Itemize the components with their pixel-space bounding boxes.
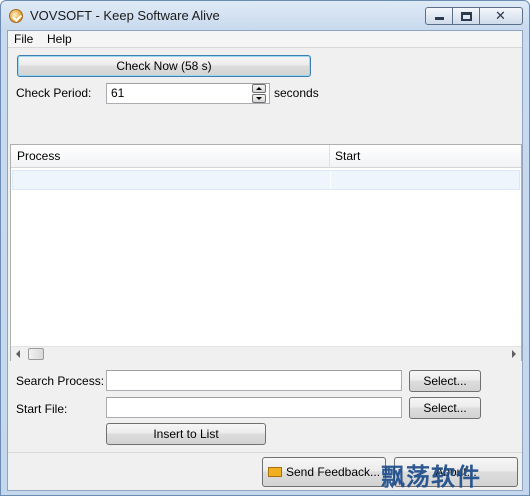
- maximize-button[interactable]: [452, 7, 480, 25]
- app-window: VOVSOFT - Keep Software Alive ✕ File Hel…: [0, 0, 530, 496]
- process-list[interactable]: Process Start: [10, 144, 522, 361]
- send-feedback-label: Send Feedback...: [285, 465, 381, 479]
- insert-to-list-button[interactable]: Insert to List: [106, 423, 266, 445]
- send-feedback-button[interactable]: Send Feedback...: [262, 457, 386, 487]
- check-period-unit: seconds: [274, 86, 319, 100]
- check-period-input[interactable]: 61: [106, 83, 270, 104]
- column-start[interactable]: Start: [331, 145, 360, 168]
- scroll-right-icon[interactable]: [512, 350, 516, 358]
- start-file-label: Start File:: [16, 402, 68, 416]
- search-process-label: Search Process:: [16, 374, 105, 388]
- list-header: Process Start: [11, 145, 521, 168]
- maximize-icon: [461, 12, 472, 21]
- watermark-text: 飘荡软件: [381, 463, 481, 491]
- check-period-label: Check Period:: [16, 86, 92, 100]
- scroll-thumb[interactable]: [28, 348, 44, 360]
- select-process-button[interactable]: Select...: [409, 370, 481, 392]
- spin-down-icon[interactable]: [252, 94, 266, 103]
- column-process[interactable]: Process: [13, 145, 60, 168]
- scroll-left-icon[interactable]: [16, 350, 20, 358]
- check-period-spinner[interactable]: [252, 84, 266, 103]
- check-now-button[interactable]: Check Now (58 s): [17, 55, 311, 77]
- column-divider[interactable]: [329, 145, 330, 168]
- horizontal-scrollbar[interactable]: [11, 346, 521, 361]
- minimize-icon: [435, 17, 444, 20]
- client-area: File Help Check Now (58 s) Check Period:…: [7, 30, 523, 491]
- search-process-input[interactable]: [106, 370, 402, 391]
- select-file-button[interactable]: Select...: [409, 397, 481, 419]
- app-logo-icon: [9, 9, 23, 23]
- menu-bar: File Help: [8, 31, 522, 48]
- close-button[interactable]: ✕: [479, 7, 523, 25]
- row-divider: [330, 171, 331, 189]
- minimize-button[interactable]: [425, 7, 453, 25]
- title-bar[interactable]: VOVSOFT - Keep Software Alive ✕: [1, 1, 529, 29]
- caption-buttons: ✕: [425, 7, 523, 25]
- window-title: VOVSOFT - Keep Software Alive: [30, 8, 220, 23]
- start-file-input[interactable]: [106, 397, 402, 418]
- menu-file[interactable]: File: [14, 32, 33, 46]
- close-icon: ✕: [495, 8, 506, 23]
- menu-help[interactable]: Help: [47, 32, 72, 46]
- list-row[interactable]: [12, 170, 520, 190]
- spin-up-icon[interactable]: [252, 84, 266, 93]
- envelope-icon: [267, 466, 282, 477]
